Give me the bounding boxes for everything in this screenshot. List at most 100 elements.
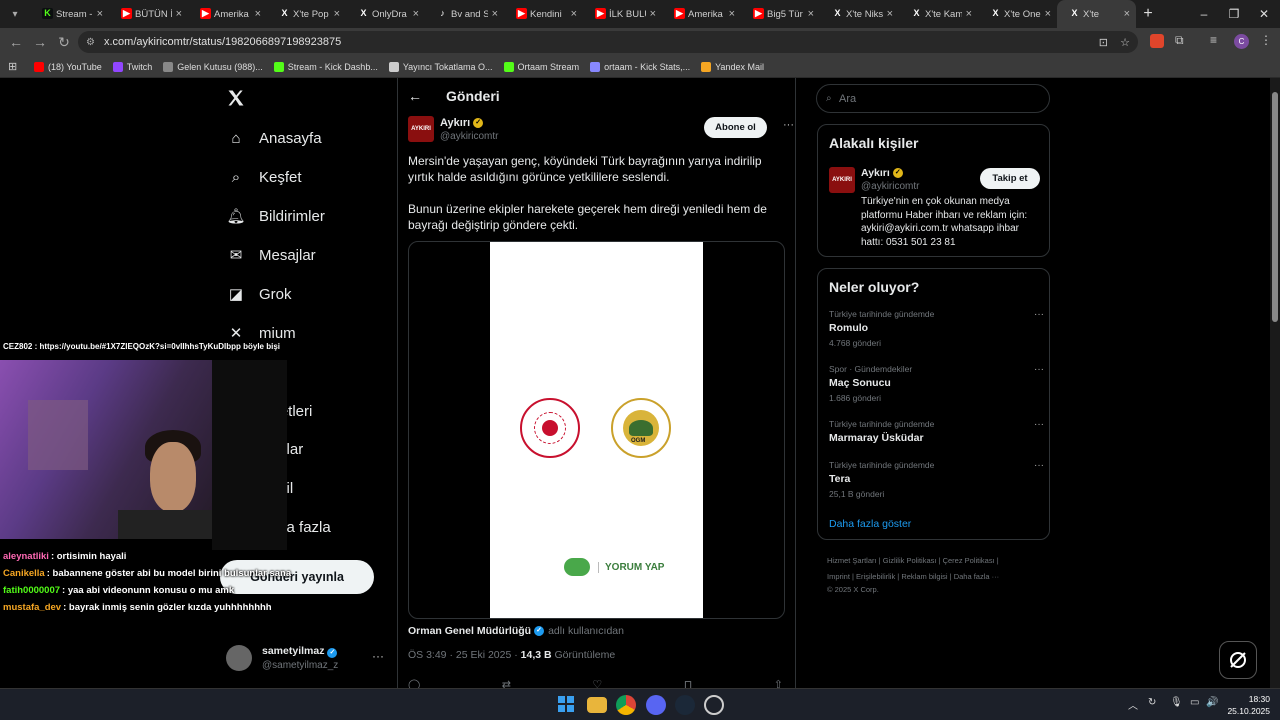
close-tab-icon[interactable]: × xyxy=(97,8,103,20)
more-icon[interactable]: ··· xyxy=(372,649,384,663)
trend-more-icon[interactable]: ··· xyxy=(1034,364,1044,375)
post-more-icon[interactable]: ··· xyxy=(783,119,794,131)
close-tab-icon[interactable]: × xyxy=(966,8,972,20)
close-window-button[interactable]: ✕ xyxy=(1248,0,1280,28)
display-icon[interactable]: ▭ xyxy=(1190,697,1199,708)
discord-icon[interactable] xyxy=(646,695,666,715)
bookmark-item[interactable]: Gelen Kutusu (988)... xyxy=(163,61,263,72)
bookmark-item[interactable]: Ortaam Stream xyxy=(503,61,579,72)
like-icon[interactable]: ♡ xyxy=(592,678,602,688)
tab-list-button[interactable]: ▾ xyxy=(0,0,30,28)
search-input[interactable]: ⌕ Ara xyxy=(816,84,1050,113)
browser-tab[interactable]: X OnlyDra × xyxy=(346,0,425,28)
show-more-link[interactable]: Daha fazla göster xyxy=(829,518,911,530)
credit-name[interactable]: Orman Genel Müdürlüğü xyxy=(408,625,531,637)
sync-icon[interactable]: ↻ xyxy=(1148,697,1156,708)
apps-grid-icon[interactable]: ⊞ xyxy=(8,60,22,74)
reply-icon[interactable]: ◯ xyxy=(408,678,420,688)
browser-tab[interactable]: ▶ Amerika × xyxy=(662,0,741,28)
volume-icon[interactable]: 🔊 xyxy=(1206,697,1218,708)
forward-button[interactable]: → xyxy=(28,30,52,54)
x-logo-icon[interactable] xyxy=(226,88,248,110)
browser-tab[interactable]: K Stream - × xyxy=(30,0,109,28)
bookmark-icon[interactable]: ⊓ xyxy=(684,678,693,688)
nav-item-home[interactable]: ⌂ Anasayfa xyxy=(226,128,321,148)
footer-link[interactable]: Imprint | Erişilebilirlik | Reklam bilgi… xyxy=(827,569,1052,585)
close-tab-icon[interactable]: × xyxy=(887,8,893,20)
nav-item-bell[interactable]: 🔔︎ Bildirimler xyxy=(226,206,324,226)
scrollbar[interactable] xyxy=(1270,78,1280,688)
browser-tab[interactable]: X X'te One × xyxy=(978,0,1057,28)
nav-item-search[interactable]: ⌕ Keşfet xyxy=(226,167,302,187)
chrome-icon[interactable] xyxy=(616,695,636,715)
close-tab-icon[interactable]: × xyxy=(1045,8,1051,20)
minimize-button[interactable]: – xyxy=(1188,0,1220,28)
browser-tab[interactable]: ▶İLK BULU × xyxy=(583,0,662,28)
site-info-icon[interactable]: ⚙ xyxy=(86,37,95,48)
bookmark-item[interactable]: (18) YouTube xyxy=(34,61,102,72)
trend-item[interactable]: Türkiye tarihinde gündemde Marmaray Üsküd… xyxy=(829,419,1044,448)
back-arrow-icon[interactable]: ← xyxy=(408,88,422,104)
app-icon[interactable] xyxy=(704,695,724,715)
scrollbar-thumb[interactable] xyxy=(1272,92,1278,322)
media-credit[interactable]: Orman Genel Müdürlüğü ✓ adlı kullanıcıda… xyxy=(408,625,624,637)
bookmark-item[interactable]: Twitch xyxy=(112,61,152,72)
tray-chevron-icon[interactable]: ︿ xyxy=(1128,697,1138,712)
close-tab-icon[interactable]: × xyxy=(255,8,261,20)
related-avatar[interactable]: AYKIRI xyxy=(829,167,855,193)
post-timestamp[interactable]: ÖS 3:49 · 25 Eki 2025 · xyxy=(408,649,518,661)
subscribe-button[interactable]: Abone ol xyxy=(704,117,767,138)
clock[interactable]: 18:30 25.10.2025 xyxy=(1226,693,1270,717)
close-tab-icon[interactable]: × xyxy=(729,8,735,20)
steam-icon[interactable] xyxy=(675,695,695,715)
nav-item-premium[interactable]: ✕ mium xyxy=(226,323,296,343)
repost-icon[interactable]: ⇄ xyxy=(502,678,511,688)
close-tab-icon[interactable]: × xyxy=(492,8,498,20)
trend-more-icon[interactable]: ··· xyxy=(1034,419,1044,430)
close-tab-icon[interactable]: × xyxy=(808,8,814,20)
address-bar[interactable]: ⚙ x.com/aykiricomtr/status/1982066897198… xyxy=(78,31,1138,53)
related-handle[interactable]: @aykiricomtr xyxy=(861,181,920,192)
file-explorer-icon[interactable] xyxy=(587,697,607,713)
bookmark-item[interactable]: ortaam - Kick Stats,... xyxy=(590,61,690,72)
bookmark-item[interactable]: Yayıncı Tokatlama O... xyxy=(388,61,493,72)
bookmark-star-icon[interactable]: ☆ xyxy=(1120,36,1130,49)
nav-item-mail[interactable]: ✉ Mesajlar xyxy=(226,245,316,265)
nav-item-grok[interactable]: ◪ Grok xyxy=(226,284,292,304)
maximize-button[interactable]: ❐ xyxy=(1218,0,1250,28)
trend-more-icon[interactable]: ··· xyxy=(1034,309,1044,320)
author-avatar[interactable]: AYKIRI xyxy=(408,116,434,142)
account-switcher[interactable]: sametyilmaz ✓ @sametyilmaz_z ··· xyxy=(226,643,386,675)
browser-tab[interactable]: X X'te × xyxy=(1057,0,1136,28)
footer-link[interactable]: Hizmet Şartları | Gizlilik Politikası | … xyxy=(827,553,1052,569)
trend-item[interactable]: Türkiye tarihinde gündemde Tera 25,1 B gön… xyxy=(829,460,1044,499)
close-tab-icon[interactable]: × xyxy=(413,8,419,20)
author-handle[interactable]: @aykiricomtr xyxy=(440,131,499,142)
mic-icon[interactable]: 🎙 xyxy=(1170,697,1183,708)
bookmark-item[interactable]: Stream - Kick Dashb... xyxy=(273,61,378,72)
windows-start-icon[interactable] xyxy=(557,695,577,715)
profile-avatar[interactable]: C xyxy=(1234,34,1249,49)
back-button[interactable]: ← xyxy=(4,30,28,54)
media-control-icon[interactable]: ≡ xyxy=(1210,33,1217,47)
grok-button[interactable] xyxy=(1219,641,1257,679)
author-name[interactable]: Aykırı ✓ xyxy=(440,117,484,129)
browser-tab[interactable]: ▶ Big5 Tür × xyxy=(741,0,820,28)
browser-tab[interactable]: X X'te Niks × xyxy=(820,0,899,28)
browser-tab[interactable]: ▶ Amerika × xyxy=(188,0,267,28)
install-app-icon[interactable]: ⊡ xyxy=(1099,36,1108,49)
browser-tab[interactable]: X X'te Pop × xyxy=(267,0,346,28)
share-icon[interactable]: ⇧ xyxy=(774,678,783,688)
close-tab-icon[interactable]: × xyxy=(650,8,656,20)
browser-tab[interactable]: ▶ Kendini × xyxy=(504,0,583,28)
browser-menu-icon[interactable]: ⋮ xyxy=(1260,33,1272,47)
extension-icon[interactable] xyxy=(1150,34,1164,48)
close-tab-icon[interactable]: × xyxy=(176,8,182,20)
follow-button[interactable]: Takip et xyxy=(980,168,1040,189)
close-tab-icon[interactable]: × xyxy=(1124,8,1130,20)
bookmark-item[interactable]: Yandex Mail xyxy=(701,61,764,72)
related-name[interactable]: Aykırı ✓ xyxy=(861,167,903,179)
trend-item[interactable]: Spor · Gündemdekiler Maç Sonucu 1.686 gönd… xyxy=(829,364,1044,403)
close-tab-icon[interactable]: × xyxy=(334,8,340,20)
trend-more-icon[interactable]: ··· xyxy=(1034,460,1044,471)
